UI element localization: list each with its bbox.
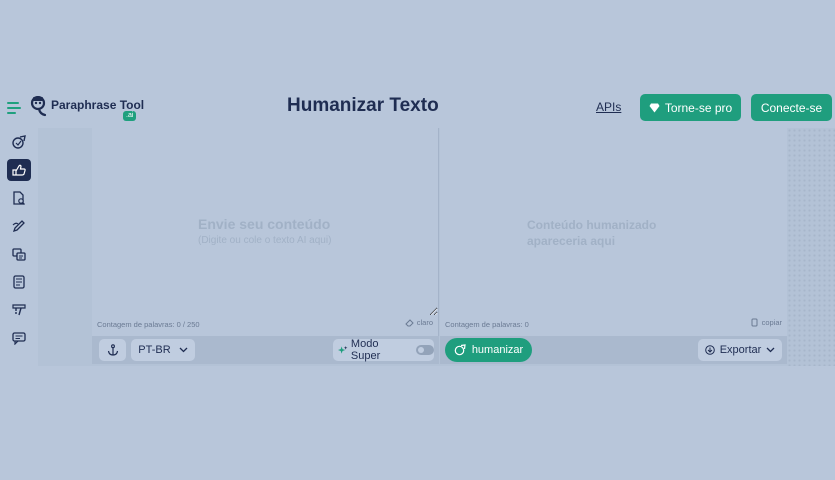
go-pro-button[interactable]: Torne-se pro: [640, 94, 741, 121]
sidebar-item-plagiarism[interactable]: [7, 187, 31, 209]
clear-label: claro: [416, 318, 433, 327]
copy-icon: [751, 318, 758, 327]
input-panel: Envie seu conteúdo (Digite ou cole o tex…: [92, 128, 439, 336]
go-pro-label: Torne-se pro: [664, 100, 733, 115]
language-select[interactable]: PT-BR: [131, 339, 195, 361]
logo-mark-icon: [30, 96, 47, 117]
sidebar-item-humanize[interactable]: [7, 159, 31, 181]
logo-badge: .ai: [123, 111, 137, 121]
input-toolbar: PT-BR Modo Super: [92, 336, 439, 364]
upload-button[interactable]: [99, 339, 126, 361]
menu-icon[interactable]: [7, 102, 21, 114]
chevron-down-icon: [766, 347, 775, 353]
output-toolbar: humanizar Exportar: [440, 336, 787, 364]
logo[interactable]: Paraphrase Tool .ai: [30, 94, 145, 122]
chevron-down-icon: [179, 347, 188, 353]
sidebar-item-chat[interactable]: [7, 327, 31, 349]
input-word-count: Contagem de palavras: 0 / 250: [97, 320, 200, 329]
sidebar-item-writer[interactable]: [7, 215, 31, 237]
connect-button[interactable]: Conecte-se: [751, 94, 832, 121]
humanize-button[interactable]: humanizar: [445, 338, 532, 362]
download-icon: [704, 345, 715, 355]
export-label: Exportar: [719, 344, 762, 356]
modo-super-label: Modo Super: [350, 338, 381, 362]
diamond-icon: [649, 103, 660, 112]
sidebar-item-translate[interactable]: [7, 243, 31, 265]
input-placeholder-title: Envie seu conteúdo: [198, 216, 331, 232]
output-word-count: Contagem de palavras: 0: [445, 320, 529, 329]
clear-button[interactable]: claro: [405, 318, 433, 327]
eraser-icon: [405, 319, 414, 327]
summary-icon: [13, 275, 25, 289]
chat-icon: [12, 332, 26, 345]
anchor-icon: [107, 344, 118, 356]
sidebar: [0, 128, 38, 368]
dotted-decoration: [787, 128, 835, 366]
output-panel: Conteúdo humanizado apareceria aqui Cont…: [440, 128, 787, 336]
modo-super-toggle[interactable]: Modo Super: [333, 338, 434, 362]
quote-icon: [12, 304, 26, 316]
pen-icon: [12, 220, 25, 233]
humanize-label: humanizar: [471, 344, 524, 356]
paraphrase-icon: [12, 135, 26, 149]
translate-icon: [12, 248, 26, 261]
export-button[interactable]: Exportar: [698, 339, 782, 361]
toggle-switch[interactable]: [415, 345, 434, 355]
document-check-icon: [13, 191, 25, 205]
language-value: PT-BR: [138, 344, 171, 356]
logo-text: Paraphrase Tool: [51, 98, 145, 112]
output-placeholder: Conteúdo humanizado apareceria aqui: [527, 218, 657, 248]
apis-link[interactable]: APIs: [596, 100, 621, 114]
sparkle-icon: [338, 345, 348, 354]
page-title: Humanizar Texto: [287, 95, 439, 116]
humanize-icon: [454, 344, 466, 356]
sidebar-item-citation[interactable]: [7, 299, 31, 321]
app-header: Paraphrase Tool .ai Humanizar Texto APIs…: [0, 88, 835, 128]
sidebar-item-summarizer[interactable]: [7, 271, 31, 293]
input-placeholder-hint: (Digite ou cole o texto AI aqui): [198, 235, 332, 246]
humanize-icon: [12, 164, 26, 176]
copy-button[interactable]: copiar: [751, 318, 782, 327]
sidebar-item-paraphrase[interactable]: [7, 131, 31, 153]
copy-label: copiar: [761, 318, 782, 327]
